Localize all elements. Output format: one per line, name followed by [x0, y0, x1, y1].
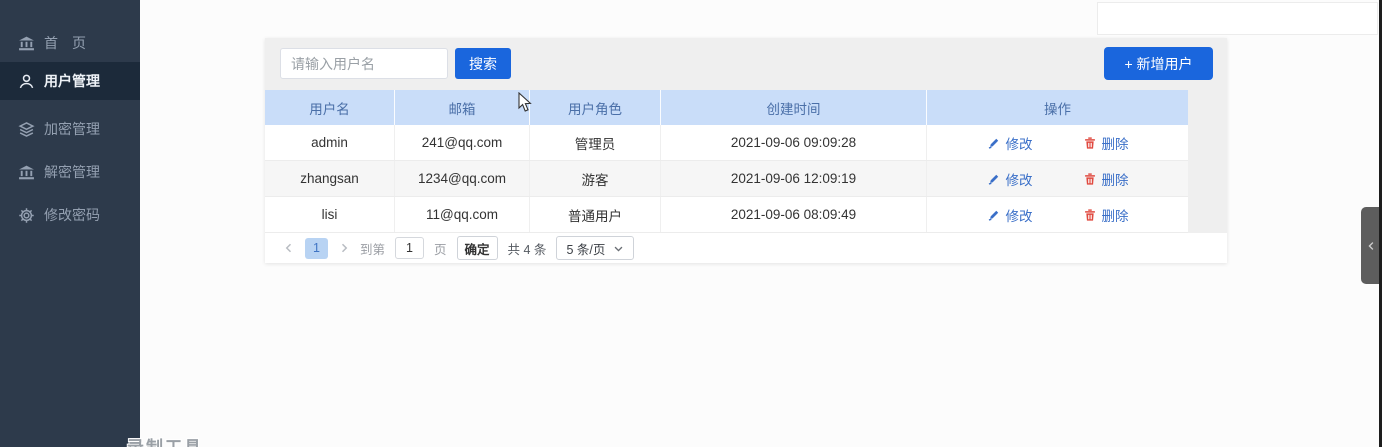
table-row: admin 241@qq.com 管理员 2021-09-06 09:09:28…: [265, 125, 1188, 161]
chevron-right-icon: [341, 243, 348, 253]
column-header-email: 邮箱: [395, 90, 530, 125]
sidebar-item-label: 解密管理: [44, 164, 100, 180]
column-header-created: 创建时间: [661, 90, 927, 125]
cell-username: zhangsan: [265, 161, 395, 196]
add-user-button[interactable]: + 新增用户: [1104, 47, 1213, 80]
delete-link[interactable]: 删除: [1083, 205, 1129, 225]
search-button[interactable]: 搜索: [455, 48, 511, 79]
chevron-left-icon: [1368, 241, 1374, 250]
next-page-button[interactable]: [338, 242, 350, 254]
page-number-button[interactable]: 1: [305, 237, 328, 259]
cell-username: admin: [265, 125, 395, 160]
sidebar-item-label: 修改密码: [44, 207, 100, 223]
delete-link[interactable]: 删除: [1083, 133, 1129, 153]
gear-icon: [18, 207, 35, 224]
cell-created: 2021-09-06 08:09:49: [661, 197, 927, 232]
layers-icon: [18, 121, 35, 138]
search-input[interactable]: [280, 48, 448, 79]
sidebar-item-label: 首 页: [44, 35, 86, 51]
user-table: 用户名 邮箱 用户角色 创建时间 操作 admin 241@qq.com 管理员…: [265, 90, 1188, 233]
goto-confirm-button[interactable]: 确定: [456, 236, 498, 260]
goto-page-suffix: 页: [434, 242, 447, 257]
pencil-icon: [988, 210, 998, 221]
trash-icon: [1084, 136, 1095, 149]
pencil-icon: [988, 138, 998, 149]
column-header-actions: 操作: [1044, 101, 1071, 117]
page-size-select[interactable]: 5 条/页: [556, 236, 635, 260]
cell-role: 普通用户: [530, 197, 661, 232]
prev-page-button[interactable]: [283, 242, 295, 254]
user-icon: [18, 73, 35, 90]
header-panel: [1097, 2, 1378, 35]
sidebar-item-label: 用户管理: [44, 73, 100, 89]
recorder-watermark: 录制工具: [127, 433, 203, 447]
sidebar-item-home[interactable]: 首 页: [0, 24, 140, 62]
sidebar-item-label: 加密管理: [44, 121, 100, 137]
sidebar-item-change-password[interactable]: 修改密码: [0, 196, 140, 234]
pagination-bar: 1 到第 页 确定 共 4 条 5 条/页: [265, 233, 1227, 263]
cell-username: lisi: [265, 197, 395, 232]
app-window: 首 页 用户管理 加密管理 解密管理 修改密码 请输入用户名 搜索 + 新增用户…: [0, 0, 1382, 447]
page-size-label: 5 条/页: [566, 242, 606, 257]
column-header-username: 用户名: [265, 90, 395, 125]
user-management-panel: 搜索 + 新增用户 用户名 邮箱 用户角色 创建时间 操作 admin 241@…: [265, 38, 1227, 263]
cell-role: 游客: [530, 161, 661, 196]
cell-email: 1234@qq.com: [395, 161, 530, 196]
cell-created: 2021-09-06 09:09:28: [661, 125, 927, 160]
cell-role: 管理员: [530, 125, 661, 160]
delete-link[interactable]: 删除: [1083, 169, 1129, 189]
chevron-left-icon: [285, 243, 292, 253]
trash-icon: [1084, 208, 1095, 221]
sidebar: 首 页 用户管理 加密管理 解密管理 修改密码: [0, 0, 140, 447]
edit-link[interactable]: 修改: [987, 205, 1033, 225]
bank-icon: [18, 35, 35, 52]
cell-email: 11@qq.com: [395, 197, 530, 232]
sidebar-item-encrypt-management[interactable]: 加密管理: [0, 110, 140, 148]
table-header-row: 用户名 邮箱 用户角色 创建时间 操作: [265, 90, 1188, 125]
edit-link[interactable]: 修改: [987, 169, 1033, 189]
edit-link[interactable]: 修改: [987, 133, 1033, 153]
chevron-down-icon: [614, 246, 623, 252]
sidebar-item-user-management[interactable]: 用户管理: [0, 62, 140, 100]
column-header-role: 用户角色: [530, 90, 661, 125]
goto-page-prefix: 到第: [360, 242, 386, 257]
sidebar-item-decrypt-management[interactable]: 解密管理: [0, 153, 140, 191]
bank-icon: [18, 164, 35, 181]
table-row: lisi 11@qq.com 普通用户 2021-09-06 08:09:49 …: [265, 197, 1188, 233]
cell-email: 241@qq.com: [395, 125, 530, 160]
total-count-label: 共 4 条: [507, 242, 547, 257]
trash-icon: [1084, 172, 1095, 185]
table-row: zhangsan 1234@qq.com 游客 2021-09-06 12:09…: [265, 161, 1188, 197]
goto-page-input[interactable]: [395, 237, 425, 259]
pencil-icon: [988, 174, 998, 185]
cell-created: 2021-09-06 12:09:19: [661, 161, 927, 196]
